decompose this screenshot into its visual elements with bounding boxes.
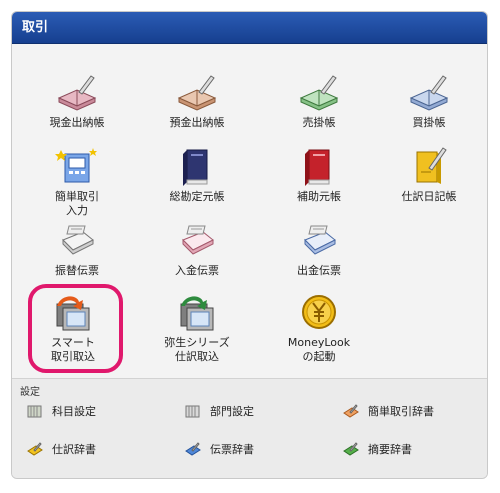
yayoi-import-label: 弥生シリーズ 仕訳取込 (164, 336, 230, 363)
settings-title: 設定 (20, 387, 40, 398)
department-settings-icon (185, 405, 200, 418)
account-settings-label: 科目設定 (52, 405, 96, 418)
payment-slip-button[interactable]: 出金伝票 (264, 220, 374, 278)
payable-book-label: 買掛帳 (412, 116, 446, 129)
slip-dictionary-label: 伝票辞書 (210, 443, 254, 456)
yayoi-import-icon (180, 296, 214, 331)
sub-ledger-label: 補助元帳 (297, 190, 341, 203)
moneylook-label: MoneyLook の起動 (287, 336, 351, 363)
receivable-book-icon (299, 75, 339, 111)
receipt-slip-label: 入金伝票 (175, 264, 219, 277)
transfer-slip-icon (62, 225, 94, 255)
journal-dictionary-icon (27, 442, 43, 456)
general-ledger-button[interactable]: 総勘定元帳 (142, 146, 252, 204)
cash-book-icon (57, 75, 97, 111)
smart-import-label: スマート 取引取込 (51, 336, 95, 363)
transactions-panel: 取引 現金出納帳 預金出納帳 売掛帳 買掛帳 簡単取引 入力 総勘定元帳 補助元… (11, 11, 488, 479)
transfer-slip-label: 振替伝票 (55, 264, 99, 277)
receipt-slip-button[interactable]: 入金伝票 (142, 220, 252, 278)
account-settings-icon (27, 405, 42, 418)
sub-ledger-icon (305, 149, 330, 186)
general-ledger-label: 総勘定元帳 (169, 190, 225, 203)
payment-slip-label: 出金伝票 (297, 264, 341, 277)
summary-dictionary-link[interactable]: 摘要辞書 (342, 441, 412, 457)
deposit-book-button[interactable]: 預金出納帳 (142, 72, 252, 130)
journal-icon (416, 147, 447, 184)
receivable-book-button[interactable]: 売掛帳 (264, 72, 374, 130)
smart-import-button[interactable]: スマート 取引取込 (18, 292, 128, 364)
simple-dictionary-link[interactable]: 簡単取引辞書 (342, 403, 434, 419)
department-settings-label: 部門設定 (210, 405, 254, 418)
sub-ledger-button[interactable]: 補助元帳 (264, 146, 374, 204)
transaction-menu-grid: 現金出納帳 預金出納帳 売掛帳 買掛帳 簡単取引 入力 総勘定元帳 補助元帳 仕… (12, 44, 487, 380)
cash-book-label: 現金出納帳 (49, 116, 105, 129)
summary-dictionary-icon (343, 442, 359, 456)
payable-book-icon (409, 75, 449, 111)
simple-dictionary-icon (343, 404, 359, 418)
journal-dictionary-link[interactable]: 仕訳辞書 (26, 441, 96, 457)
simple-entry-button[interactable]: 簡単取引 入力 (22, 146, 132, 218)
payable-book-button[interactable]: 買掛帳 (374, 72, 484, 130)
deposit-book-icon (177, 75, 217, 111)
slip-dictionary-link[interactable]: 伝票辞書 (184, 441, 254, 457)
deposit-book-label: 預金出納帳 (169, 116, 225, 129)
panel-header: 取引 (12, 12, 487, 44)
receivable-book-label: 売掛帳 (302, 116, 336, 129)
summary-dictionary-label: 摘要辞書 (368, 443, 412, 456)
settings-section: 設定 科目設定 部門設定 簡単取引辞書 仕訳辞書 伝票辞書 摘要辞書 (12, 378, 487, 478)
simple-dictionary-label: 簡単取引辞書 (368, 405, 434, 418)
slip-dictionary-icon (185, 442, 201, 456)
smart-import-icon (56, 296, 90, 331)
journal-dictionary-label: 仕訳辞書 (52, 443, 96, 456)
cash-book-button[interactable]: 現金出納帳 (22, 72, 132, 130)
general-ledger-icon (183, 149, 208, 186)
simple-entry-label: 簡単取引 入力 (55, 190, 99, 217)
department-settings-link[interactable]: 部門設定 (184, 403, 254, 419)
simple-entry-icon (55, 148, 97, 183)
account-settings-link[interactable]: 科目設定 (26, 403, 96, 419)
receipt-slip-icon (182, 225, 214, 255)
transfer-slip-button[interactable]: 振替伝票 (22, 220, 132, 278)
journal-label: 仕訳日記帳 (401, 190, 457, 203)
moneylook-button[interactable]: MoneyLook の起動 (264, 292, 374, 364)
journal-button[interactable]: 仕訳日記帳 (374, 146, 484, 204)
payment-slip-icon (304, 225, 336, 255)
moneylook-coin-icon (302, 295, 336, 329)
yayoi-import-button[interactable]: 弥生シリーズ 仕訳取込 (142, 292, 252, 364)
